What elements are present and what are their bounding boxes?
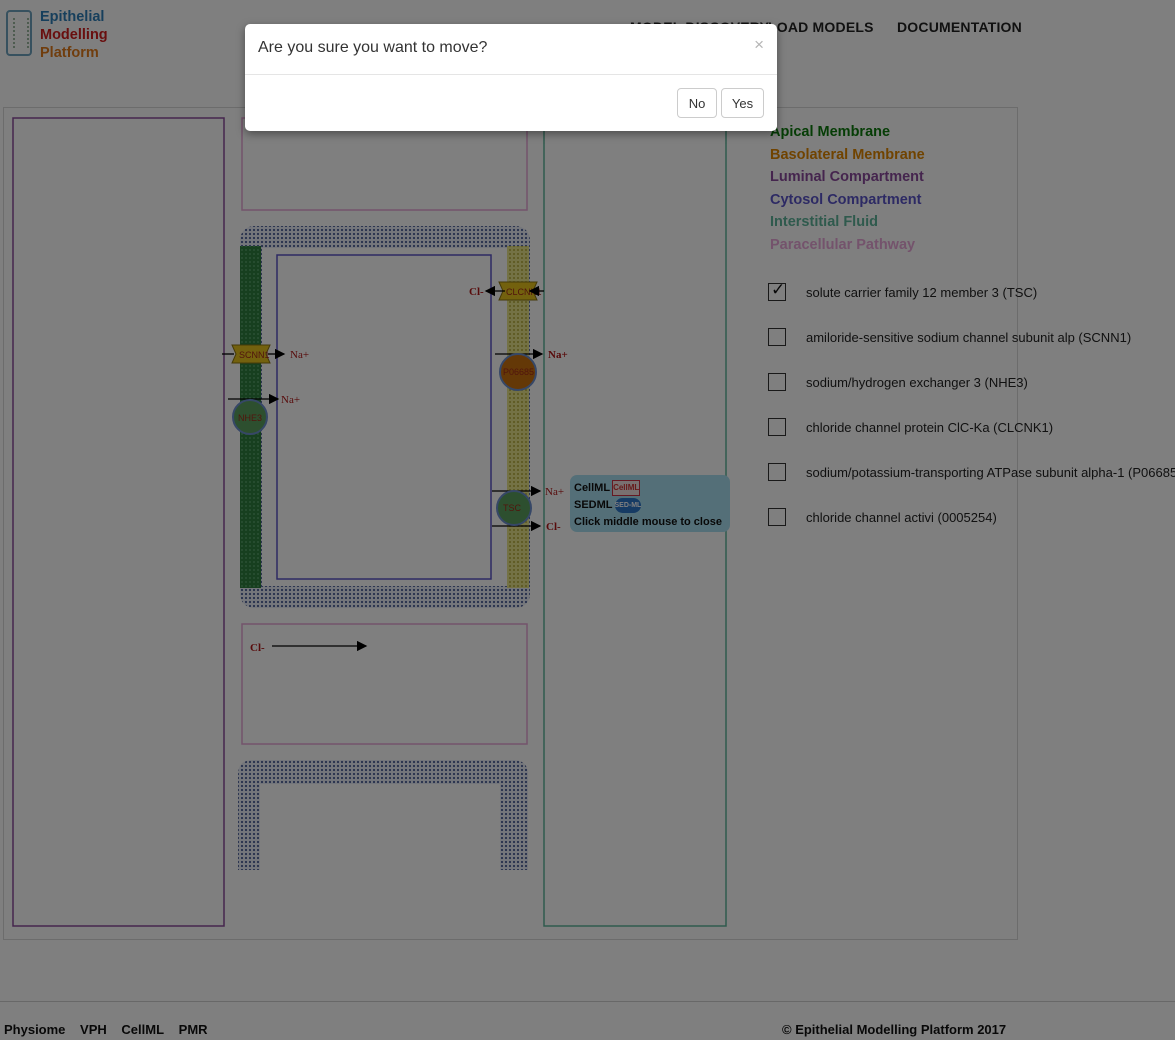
confirm-move-dialog: Are you sure you want to move? × No Yes <box>245 24 777 131</box>
dialog-divider <box>245 74 777 75</box>
no-button[interactable]: No <box>677 88 717 118</box>
yes-button[interactable]: Yes <box>721 88 764 118</box>
close-icon[interactable]: × <box>754 35 764 55</box>
dialog-title: Are you sure you want to move? <box>258 39 488 56</box>
modal-backdrop[interactable] <box>0 0 1175 1040</box>
